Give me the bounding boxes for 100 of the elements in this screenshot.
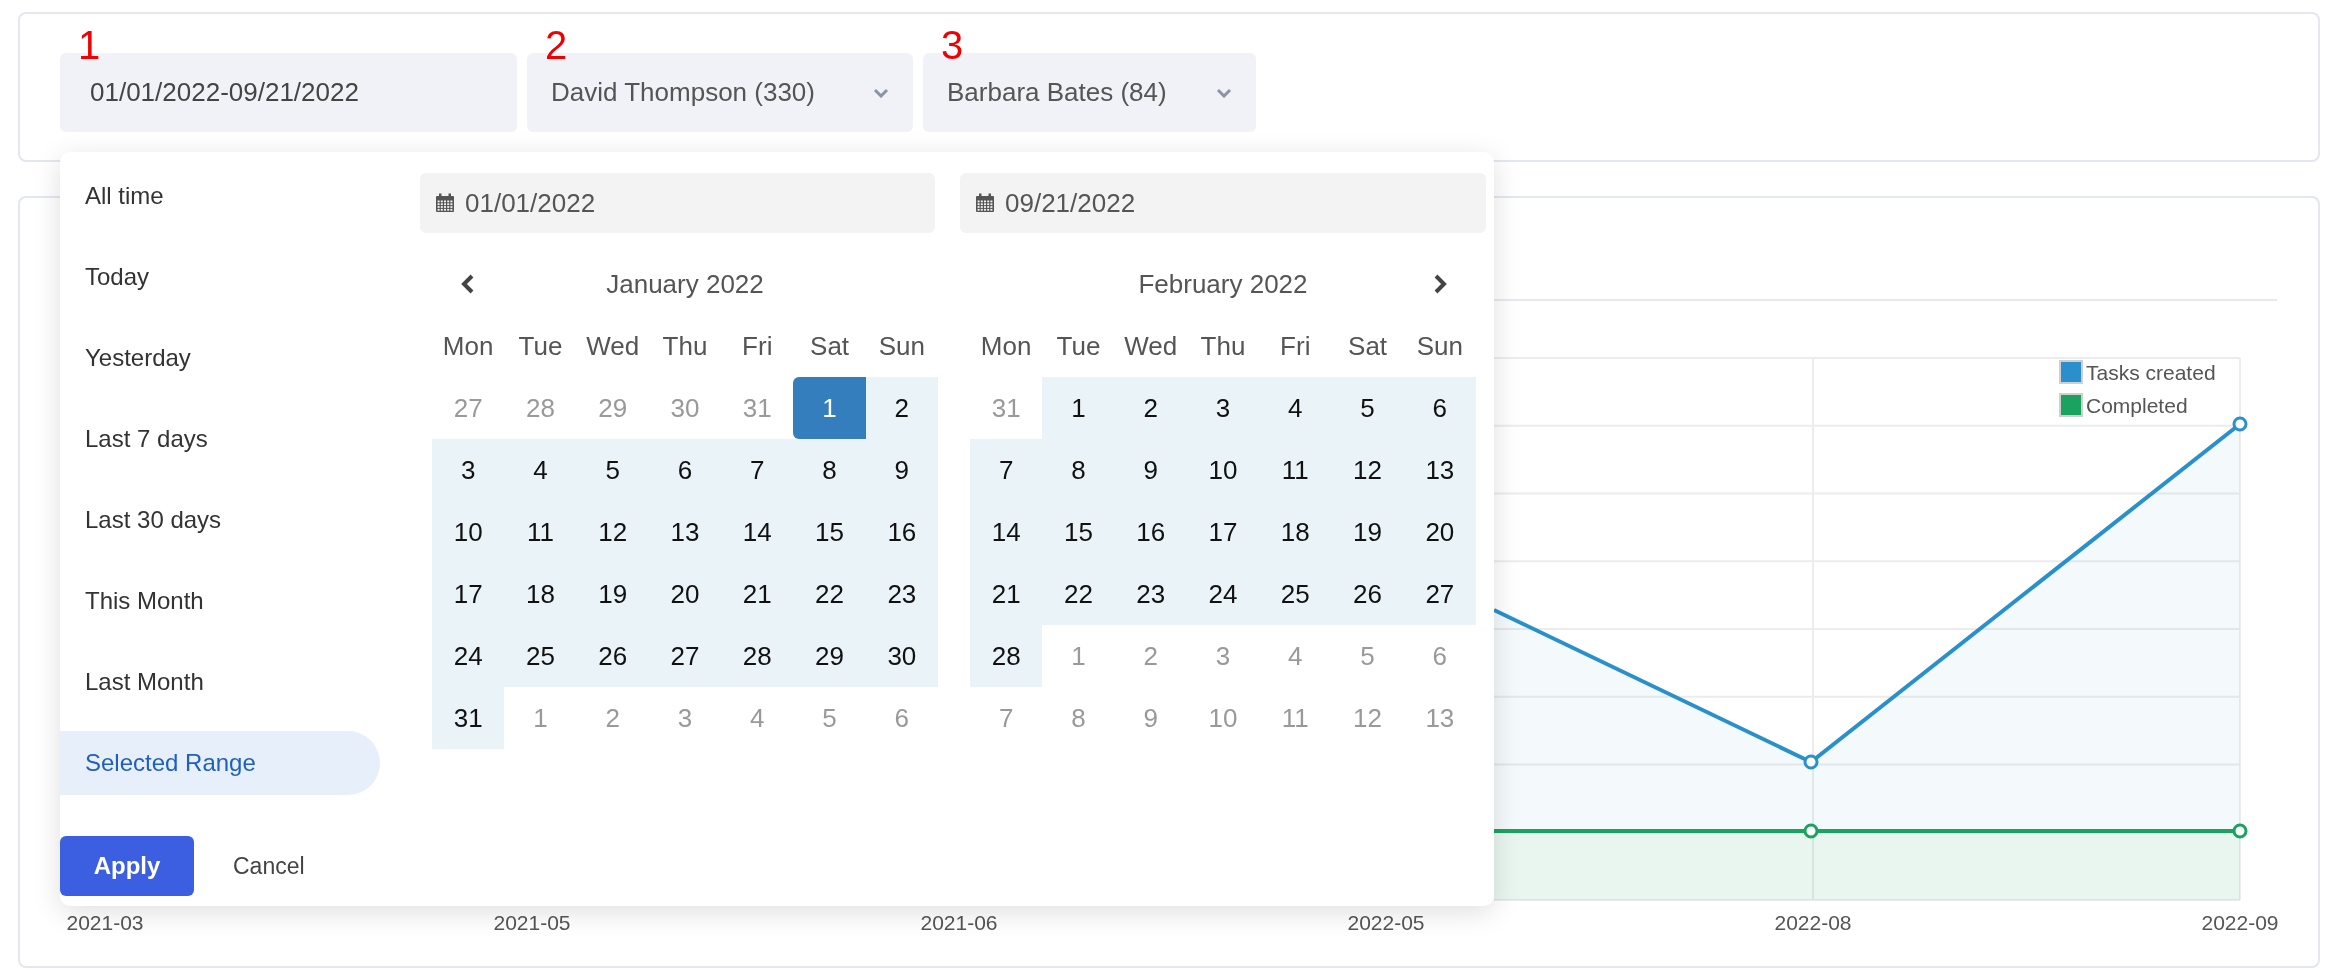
apply-button[interactable]: Apply [60,836,194,896]
calendar-day[interactable]: 21 [721,563,794,625]
calendar-day[interactable]: 5 [576,439,649,501]
axis-label: 2021-03 [66,911,144,934]
calendar-day[interactable]: 3 [432,439,505,501]
calendar-day[interactable]: 1 [1042,377,1115,439]
preset-option[interactable]: Last Month [60,650,380,714]
calendar-day[interactable]: 18 [1259,501,1332,563]
calendar-day[interactable]: 16 [865,501,938,563]
calendar-icon [435,193,455,213]
chevron-left-icon[interactable] [461,274,475,294]
calendar-day[interactable]: 23 [1114,563,1187,625]
calendar-day[interactable]: 27 [1403,563,1476,625]
calendar-day[interactable]: 2 [865,377,938,439]
weekday-label: Thu [1199,329,1247,363]
legend-label: Completed [2086,394,2188,417]
calendar-day[interactable]: 2 [1114,377,1187,439]
calendar-day[interactable]: 11 [504,501,577,563]
calendar-day[interactable]: 24 [1186,563,1260,625]
axis-label: 2022-08 [1774,911,1852,934]
chevron-right-icon[interactable] [1433,274,1447,294]
chevron-down-icon [1216,87,1232,98]
calendar-day[interactable]: 14 [970,501,1043,563]
weekday-label: Thu [661,329,709,363]
calendar-day[interactable]: 10 [1186,439,1260,501]
calendar-day[interactable]: 12 [1331,439,1404,501]
legend-label: Tasks created [2086,361,2216,384]
calendar-day[interactable]: 25 [1259,563,1332,625]
axis-label: 2021-05 [493,911,571,934]
date-input-field[interactable]: 01/01/2022 [420,173,935,233]
preset-option[interactable]: Last 7 days [60,407,380,471]
calendar-day[interactable]: 20 [1403,501,1476,563]
calendar-day[interactable]: 26 [576,625,649,687]
axis-label: 2021-06 [920,911,998,934]
calendar-day[interactable]: 18 [504,563,577,625]
preset-option[interactable]: All time [60,164,380,228]
calendar-day[interactable]: 6 [648,439,722,501]
calendar-day[interactable]: 21 [970,563,1043,625]
calendar-day[interactable]: 11 [1259,439,1332,501]
preset-option[interactable]: Last 30 days [60,488,380,552]
data-point [2232,823,2248,839]
calendar-day[interactable]: 5 [1331,377,1404,439]
calendar-day[interactable]: 7 [970,439,1043,501]
data-point [1803,754,1819,770]
cancel-button[interactable]: Cancel [233,852,305,880]
weekday-label: Tue [517,329,564,363]
month-title: February 2022 [1137,268,1309,300]
calendar-day[interactable]: 7 [721,439,794,501]
calendar-day[interactable]: 8 [1042,439,1115,501]
calendar-day[interactable]: 9 [1114,439,1187,501]
axis-label: 2022-05 [1347,911,1425,934]
preset-option[interactable]: Today [60,245,380,309]
calendar-day[interactable]: 23 [865,563,938,625]
calendar-day[interactable]: 17 [1186,501,1260,563]
calendar-day[interactable]: 16 [1114,501,1187,563]
weekday-label: Sun [877,329,926,363]
calendar-day[interactable]: 22 [793,563,866,625]
calendar-day[interactable]: 15 [1042,501,1115,563]
calendar-day[interactable]: 4 [504,439,577,501]
weekday-label: Sat [809,329,851,363]
calendar-day[interactable]: 12 [576,501,649,563]
calendar-icon [975,193,995,213]
calendar-day[interactable]: 22 [1042,563,1115,625]
month-title: January 2022 [605,268,765,300]
calendar-day[interactable]: 13 [648,501,722,563]
calendar-day[interactable]: 13 [1403,439,1476,501]
calendar-day[interactable]: 3 [1186,377,1260,439]
preset-option[interactable]: This Month [60,569,380,633]
calendar-day[interactable]: 28 [970,625,1043,687]
calendar-day[interactable]: 25 [504,625,577,687]
calendar-day[interactable]: 20 [648,563,722,625]
calendar-day[interactable]: 19 [576,563,649,625]
weekday-label: Sat [1347,329,1389,363]
weekday-label: Fri [741,329,774,363]
preset-option[interactable]: Yesterday [60,326,380,390]
calendar-day[interactable]: 4 [1259,377,1332,439]
calendar-day[interactable]: 28 [721,625,794,687]
calendar-day[interactable]: 8 [793,439,866,501]
calendar-day[interactable]: 9 [865,439,938,501]
calendar-day[interactable]: 14 [721,501,794,563]
preset-option[interactable]: Selected Range [60,731,380,795]
chevron-down-icon [873,87,889,98]
axis-label: 2022-09 [2201,911,2279,934]
calendar-day[interactable]: 27 [648,625,722,687]
calendar-day[interactable]: 31 [432,687,505,749]
data-point [1803,823,1819,839]
calendar-day[interactable]: 26 [1331,563,1404,625]
calendar-day[interactable]: 1 [793,377,866,439]
date-input-field[interactable]: 09/21/2022 [960,173,1486,233]
calendar-day[interactable]: 24 [432,625,505,687]
calendar-day[interactable]: 19 [1331,501,1404,563]
weekday-label: Wed [585,329,641,363]
weekday-label: Mon [441,329,495,363]
calendar-day[interactable]: 30 [865,625,938,687]
calendar-day[interactable]: 6 [1403,377,1476,439]
calendar-day[interactable]: 29 [793,625,866,687]
weekday-label: Fri [1279,329,1312,363]
calendar-day[interactable]: 10 [432,501,505,563]
calendar-day[interactable]: 15 [793,501,866,563]
calendar-day[interactable]: 17 [432,563,505,625]
